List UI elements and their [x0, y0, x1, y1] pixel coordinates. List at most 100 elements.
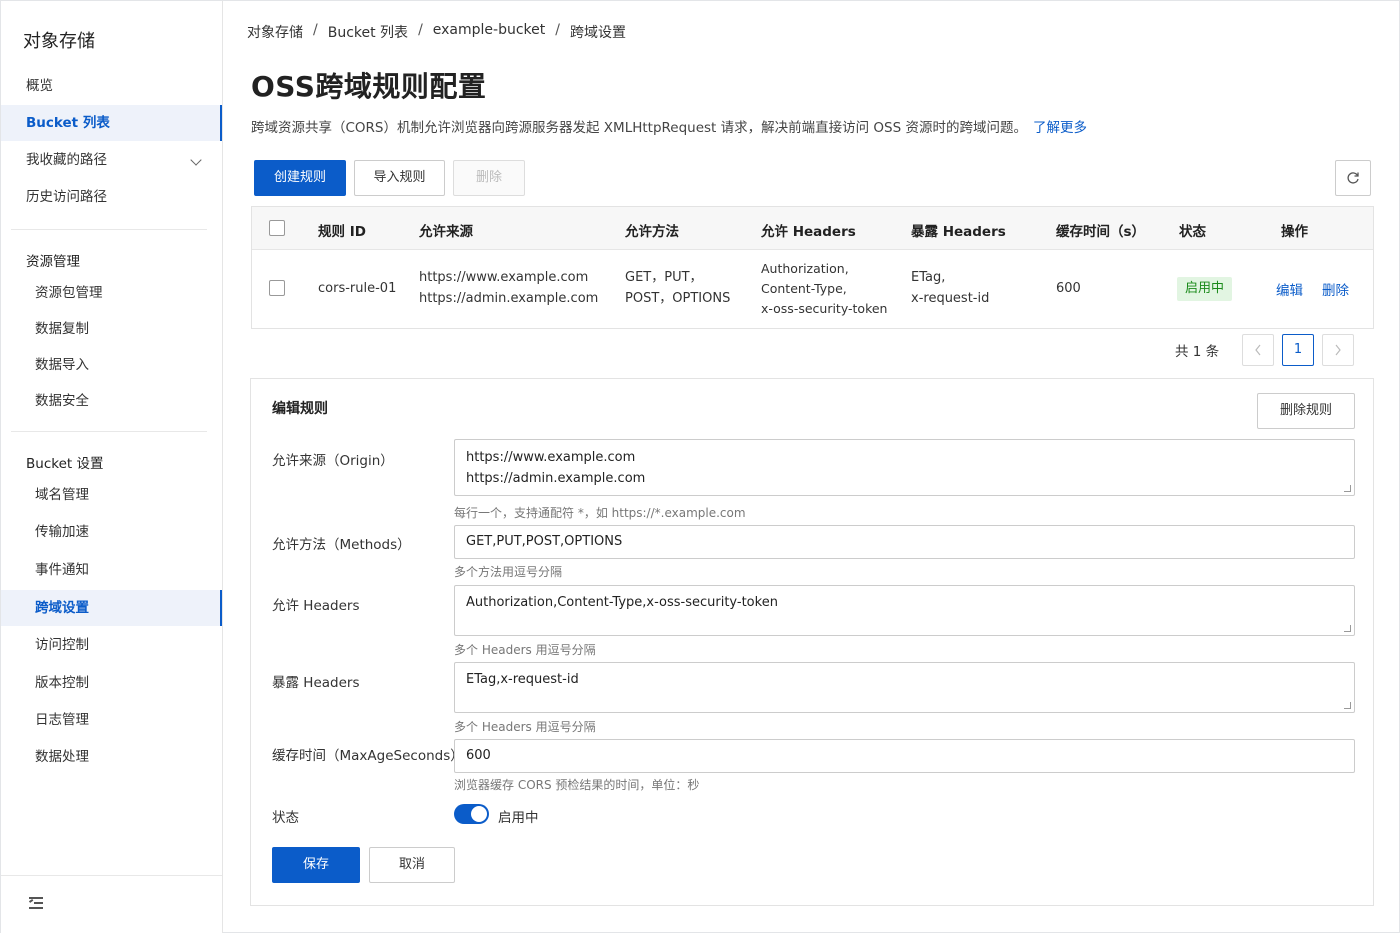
prev-page-button[interactable]	[1242, 334, 1274, 366]
save-button[interactable]: 保存	[272, 847, 360, 883]
page-title: OSS跨域规则配置	[251, 70, 487, 103]
column-header: 暴露 Headers	[911, 224, 1006, 240]
breadcrumb-item[interactable]: Bucket 列表	[328, 22, 408, 42]
app-frame: 对象存储 概览 Bucket 列表 我收藏的路径 历史访问路径 资源管理 资源包…	[0, 0, 1400, 933]
collapse-sidebar-icon[interactable]	[28, 897, 43, 909]
resize-handle-icon[interactable]	[1344, 485, 1351, 492]
allow-headers-textarea[interactable]: Authorization,Content-Type,x-oss-securit…	[454, 585, 1355, 636]
status-badge: 启用中	[1177, 277, 1233, 301]
allow-headers-value: Authorization,Content-Type,x-oss-securit…	[466, 595, 778, 610]
breadcrumb-separator: /	[313, 22, 318, 38]
status-toggle[interactable]	[454, 804, 489, 824]
description-text: 跨域资源共享（CORS）机制允许浏览器向跨源服务器发起 XMLHttpReque…	[251, 120, 1027, 136]
column-header: 允许方法	[625, 224, 679, 240]
max-age-input[interactable]: 600	[454, 739, 1355, 773]
sidebar-item-overview[interactable]: 概览	[1, 68, 222, 104]
expose-headers-hint: 多个 Headers 用逗号分隔	[454, 720, 596, 734]
expose-header-line: x-request-id	[911, 291, 990, 306]
column-header: 操作	[1281, 224, 1308, 240]
breadcrumb: 对象存储 / Bucket 列表 / example-bucket / 跨域设置	[247, 22, 626, 42]
expose-headers-cell: ETag, x-request-id	[911, 267, 989, 309]
create-rule-button[interactable]: 创建规则	[254, 160, 346, 196]
sidebar-item-processing[interactable]: 数据处理	[1, 739, 222, 775]
chevron-left-icon	[1255, 344, 1261, 356]
origin-line: https://admin.example.com	[466, 471, 646, 486]
import-rule-button[interactable]: 导入规则	[354, 160, 445, 196]
origin-cell: https://www.example.com https://admin.ex…	[419, 267, 598, 309]
page-number-button[interactable]: 1	[1282, 334, 1314, 366]
breadcrumb-item[interactable]: 对象存储	[247, 22, 303, 42]
allow-headers-label: 允许 Headers	[272, 598, 360, 614]
sidebar-divider	[1, 875, 222, 876]
column-header: 允许来源	[419, 224, 473, 240]
sidebar-item-logging[interactable]: 日志管理	[1, 702, 222, 738]
sidebar-item-cors[interactable]: 跨域设置	[1, 590, 222, 626]
delete-rule-button[interactable]: 删除规则	[1257, 393, 1355, 429]
sidebar-item-data-import[interactable]: 数据导入	[1, 347, 222, 383]
refresh-icon	[1347, 172, 1359, 184]
allow-header-line: Authorization,	[761, 261, 849, 276]
allow-header-line: Content-Type,	[761, 281, 847, 296]
origin-line: https://www.example.com	[466, 450, 636, 465]
cancel-button[interactable]: 取消	[369, 847, 455, 883]
origin-label: 允许来源（Origin）	[272, 453, 394, 469]
sidebar-item-domain[interactable]: 域名管理	[1, 477, 222, 513]
page-description: 跨域资源共享（CORS）机制允许浏览器向跨源服务器发起 XMLHttpReque…	[251, 116, 1087, 136]
sidebar-item-label: 我收藏的路径	[26, 152, 107, 168]
sidebar-divider	[11, 431, 207, 432]
sidebar-item-history[interactable]: 历史访问路径	[1, 179, 222, 215]
select-all-checkbox[interactable]	[269, 220, 285, 236]
sidebar-item-events[interactable]: 事件通知	[1, 552, 222, 588]
allow-headers-cell: Authorization, Content-Type, x-oss-secur…	[761, 259, 887, 319]
delete-button[interactable]: 删除	[453, 160, 525, 196]
main-content: 对象存储 / Bucket 列表 / example-bucket / 跨域设置…	[223, 1, 1399, 933]
breadcrumb-item[interactable]: example-bucket	[433, 22, 545, 42]
table-header: 规则 ID 允许来源 允许方法 允许 Headers 暴露 Headers 缓存…	[252, 207, 1373, 250]
sidebar-item-resource-pack[interactable]: 资源包管理	[1, 275, 222, 311]
origin-textarea[interactable]: https://www.example.com https://admin.ex…	[454, 439, 1355, 496]
chevron-down-icon	[190, 154, 202, 166]
sidebar: 对象存储 概览 Bucket 列表 我收藏的路径 历史访问路径 资源管理 资源包…	[1, 1, 223, 933]
expose-headers-label: 暴露 Headers	[272, 675, 360, 691]
sidebar-item-bucket-list[interactable]: Bucket 列表	[1, 105, 222, 141]
sidebar-item-versioning[interactable]: 版本控制	[1, 665, 222, 701]
resize-handle-icon[interactable]	[1344, 702, 1351, 709]
sidebar-group-bucket-settings: Bucket 设置	[26, 456, 104, 472]
column-header: 缓存时间（s）	[1056, 224, 1146, 240]
max-age-hint: 浏览器缓存 CORS 预检结果的时间，单位：秒	[454, 778, 700, 792]
column-header: 规则 ID	[318, 224, 366, 240]
pagination-total: 共 1 条	[1175, 344, 1220, 360]
status-label: 状态	[272, 810, 299, 826]
breadcrumb-separator: /	[418, 22, 423, 38]
sidebar-item-access-control[interactable]: 访问控制	[1, 627, 222, 663]
sidebar-item-data-security[interactable]: 数据安全	[1, 383, 222, 419]
methods-hint: 多个方法用逗号分隔	[454, 565, 563, 579]
next-page-button[interactable]	[1322, 334, 1354, 366]
column-header: 状态	[1179, 224, 1206, 240]
sidebar-item-favorites[interactable]: 我收藏的路径	[1, 142, 222, 178]
sidebar-item-replication[interactable]: 数据复制	[1, 311, 222, 347]
status-toggle-label: 启用中	[498, 810, 539, 826]
cors-rules-table: 规则 ID 允许来源 允许方法 允许 Headers 暴露 Headers 缓存…	[251, 206, 1374, 329]
methods-cell: GET，PUT， POST，OPTIONS	[625, 267, 730, 309]
allow-header-line: x-oss-security-token	[761, 301, 888, 316]
sidebar-group-resource: 资源管理	[26, 254, 80, 270]
methods-line: POST，OPTIONS	[625, 291, 731, 306]
column-header: 允许 Headers	[761, 224, 856, 240]
sidebar-title: 对象存储	[23, 31, 95, 52]
sidebar-item-acceleration[interactable]: 传输加速	[1, 514, 222, 550]
methods-input[interactable]: GET,PUT,POST,OPTIONS	[454, 525, 1355, 559]
form-title: 编辑规则	[272, 401, 328, 417]
row-checkbox[interactable]	[269, 280, 285, 296]
learn-more-link[interactable]: 了解更多	[1033, 120, 1087, 136]
max-age-label: 缓存时间（MaxAgeSeconds）	[272, 748, 464, 764]
edit-link[interactable]: 编辑	[1276, 279, 1303, 299]
delete-link[interactable]: 删除	[1322, 279, 1349, 299]
origin-line: https://www.example.com	[419, 270, 589, 285]
resize-handle-icon[interactable]	[1344, 625, 1351, 632]
expose-header-line: ETag,	[911, 270, 946, 285]
refresh-button[interactable]	[1335, 160, 1371, 196]
breadcrumb-separator: /	[555, 22, 560, 38]
chevron-right-icon	[1335, 344, 1341, 356]
expose-headers-textarea[interactable]: ETag,x-request-id	[454, 662, 1355, 713]
